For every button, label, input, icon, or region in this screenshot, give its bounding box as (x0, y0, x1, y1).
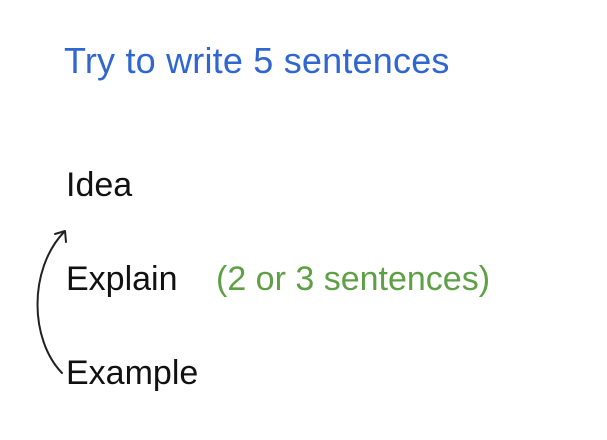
arrow-head (54, 230, 67, 243)
slide-canvas: Try to write 5 sentences Idea Explain (2… (0, 0, 607, 440)
step-idea: Idea (66, 166, 133, 204)
slide-title: Try to write 5 sentences (64, 40, 450, 81)
step-explain: Explain (66, 260, 178, 298)
explain-sentence-count-note: (2 or 3 sentences) (216, 260, 491, 298)
arrow-curve (36, 231, 65, 374)
step-example: Example (66, 354, 199, 392)
